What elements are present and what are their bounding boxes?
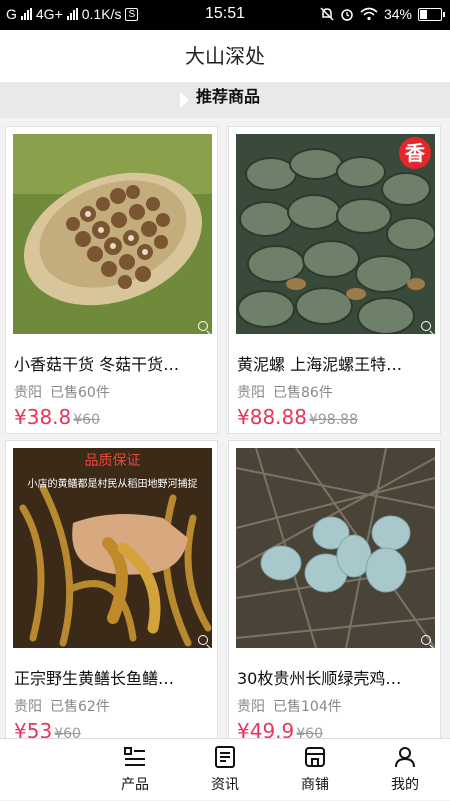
fragrance-badge-icon: 香	[399, 137, 431, 169]
product-old-price: ¥60	[54, 726, 81, 738]
product-price-row: ¥38.8 ¥60	[14, 405, 100, 429]
product-name[interactable]: 小香菇干货 冬菇干货…	[14, 351, 210, 375]
news-icon	[215, 746, 235, 768]
zoom-icon	[198, 635, 208, 645]
product-meta: 贵阳 已售86件	[237, 382, 341, 402]
product-price: ¥53	[14, 719, 53, 738]
tab-label: 产品	[121, 777, 149, 793]
product-name[interactable]: 30枚贵州长顺绿壳鸡…	[237, 665, 433, 689]
zoom-icon	[198, 321, 208, 331]
tab-label: 商铺	[301, 777, 329, 793]
quality-overlay-title: 品质保证	[84, 453, 141, 469]
product-old-price: ¥60	[73, 412, 100, 428]
triangle-marker-icon	[180, 92, 189, 108]
product-meta: 贵阳 已售62件	[14, 696, 118, 716]
tab-me[interactable]: 我的	[360, 739, 450, 801]
product-sold: 已售104件	[273, 699, 342, 715]
product-card[interactable]: 品质保证 小店的黄鳝都是村民从稻田地野河捕捉 正宗野生黄鳝长鱼鳝… 贵阳 已售62…	[5, 440, 218, 738]
badge-text: 香	[405, 141, 426, 165]
quality-overlay-caption: 小店的黄鳝都是村民从稻田地野河捕捉	[27, 479, 198, 490]
tab-label: 我的	[391, 777, 419, 793]
user-icon	[395, 747, 415, 768]
product-image-eggs[interactable]	[236, 448, 435, 648]
list-icon	[124, 747, 145, 766]
product-price: ¥38.8	[14, 405, 72, 429]
product-name[interactable]: 正宗野生黄鳝长鱼鳝…	[14, 665, 210, 689]
zoom-icon	[421, 635, 431, 645]
bottom-tab-bar: 产品 资讯 商铺 我的	[0, 738, 450, 800]
tab-products[interactable]: 产品	[90, 739, 180, 801]
product-card[interactable]: 30枚贵州长顺绿壳鸡… 贵阳 已售104件 ¥49.9 ¥60	[228, 440, 441, 738]
product-price-row: ¥49.9 ¥60	[237, 719, 323, 738]
product-meta: 贵阳 已售104件	[237, 696, 350, 716]
product-grid: 小香菇干货 冬菇干货… 贵阳 已售60件 ¥38.8 ¥60 香 黄泥螺 上海泥…	[0, 118, 450, 738]
status-right: 34%	[320, 6, 445, 22]
wifi-icon	[360, 7, 378, 21]
product-image-mushrooms[interactable]	[13, 134, 212, 334]
eggs-nest-image	[236, 448, 435, 648]
status-bar: G 4G+ 0.1K/s S 15:51 34%	[0, 0, 450, 30]
tab-store[interactable]: 商铺	[270, 739, 360, 801]
product-price: ¥49.9	[237, 719, 295, 738]
battery-percent: 34%	[383, 6, 412, 22]
section-header: 推荐商品	[0, 82, 450, 118]
product-sold: 已售86件	[273, 385, 333, 401]
page-title: 大山深处	[0, 30, 450, 82]
product-sold: 已售60件	[50, 385, 110, 401]
battery-icon	[418, 7, 445, 21]
section-title: 推荐商品	[196, 87, 261, 106]
product-price-row: ¥88.88 ¥98.88	[237, 405, 358, 429]
product-image-eels[interactable]: 品质保证 小店的黄鳝都是村民从稻田地野河捕捉	[13, 448, 212, 648]
product-location: 贵阳	[237, 385, 265, 401]
zoom-icon	[421, 321, 431, 331]
mute-icon	[320, 7, 334, 21]
product-location: 贵阳	[14, 385, 42, 401]
tab-news[interactable]: 资讯	[180, 739, 270, 801]
product-meta: 贵阳 已售60件	[14, 382, 118, 402]
store-icon	[305, 747, 325, 767]
product-location: 贵阳	[237, 699, 265, 715]
product-sold: 已售62件	[50, 699, 110, 715]
product-price-row: ¥53 ¥60	[14, 719, 81, 738]
product-name[interactable]: 黄泥螺 上海泥螺王特…	[237, 351, 433, 375]
product-card[interactable]: 小香菇干货 冬菇干货… 贵阳 已售60件 ¥38.8 ¥60	[5, 126, 218, 434]
tab-label: 资讯	[211, 777, 239, 793]
product-card[interactable]: 香 黄泥螺 上海泥螺王特… 贵阳 已售86件 ¥88.88 ¥98.88	[228, 126, 441, 434]
product-price: ¥88.88	[237, 405, 307, 429]
product-old-price: ¥98.88	[308, 412, 358, 428]
mushroom-basket-image	[13, 134, 212, 334]
alarm-icon	[341, 9, 353, 21]
product-image-snails[interactable]: 香	[236, 134, 435, 334]
product-location: 贵阳	[14, 699, 42, 715]
product-old-price: ¥60	[296, 726, 323, 738]
